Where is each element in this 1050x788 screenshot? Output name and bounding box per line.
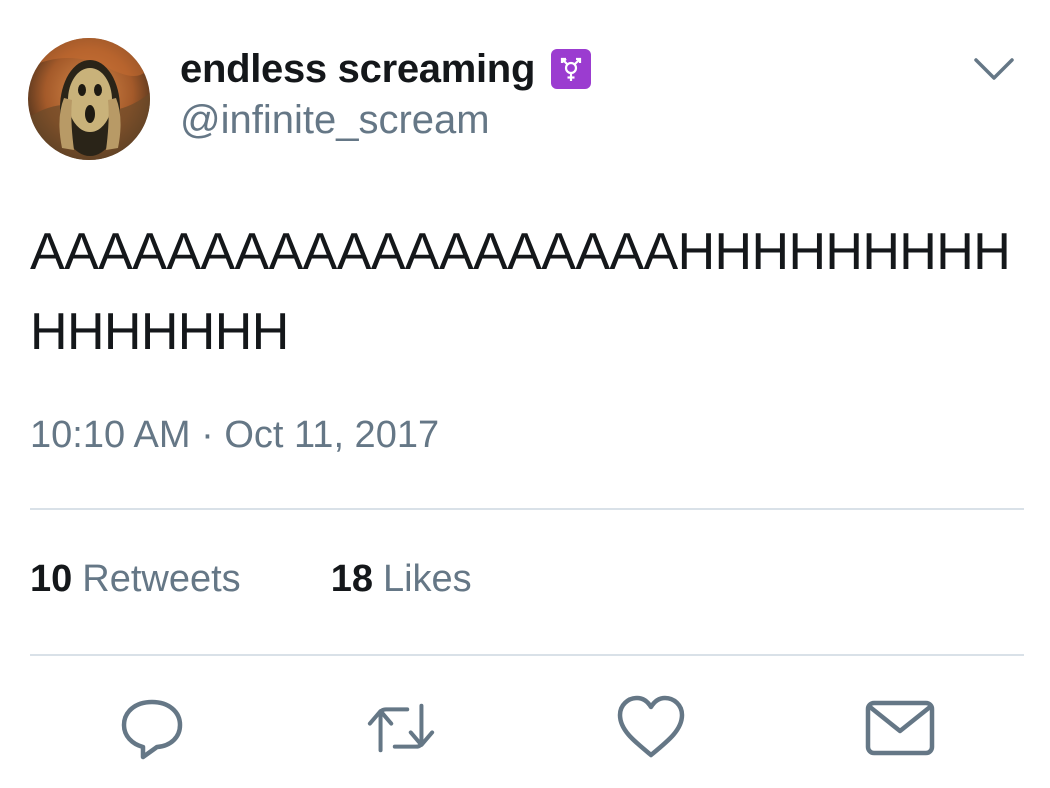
tweet-stats: 10 Retweets 18 Likes — [30, 558, 472, 601]
user-handle[interactable]: @infinite_scream — [180, 98, 591, 143]
tweet-actions — [0, 688, 1050, 768]
transgender-symbol-icon — [551, 49, 592, 89]
display-name[interactable]: endless screaming — [180, 47, 535, 92]
user-names: endless screaming @infinite_scream — [180, 44, 592, 143]
envelope-icon — [865, 700, 935, 756]
tweet-card: endless screaming @infinite_scream AAAAA… — [0, 0, 1050, 788]
likes-label: Likes — [382, 558, 472, 600]
direct-message-button[interactable] — [860, 688, 940, 768]
chevron-down-icon[interactable] — [972, 52, 1016, 84]
tweet-header: endless screaming @infinite_scream — [28, 38, 1022, 160]
divider — [30, 508, 1024, 510]
like-button[interactable] — [611, 688, 691, 768]
retweets-stat[interactable]: 10 Retweets — [30, 558, 241, 601]
reply-icon — [121, 699, 183, 760]
avatar-image — [28, 38, 150, 160]
likes-stat[interactable]: 18 Likes — [331, 558, 472, 601]
heart-icon — [617, 695, 685, 758]
display-name-row: endless screaming — [180, 44, 592, 94]
reply-button[interactable] — [112, 688, 192, 768]
retweet-button[interactable] — [361, 688, 441, 768]
retweet-icon — [367, 703, 435, 753]
likes-count: 18 — [330, 558, 373, 600]
tweet-timestamp[interactable]: 10:10 AM · Oct 11, 2017 — [30, 414, 439, 457]
tweet-text: AAAAAAAAAAAAAAAAAAAHHHHHHHHHHHHHHHH — [30, 223, 1011, 361]
divider — [30, 654, 1024, 656]
avatar[interactable] — [28, 38, 150, 160]
retweets-count: 10 — [30, 558, 73, 600]
retweets-label: Retweets — [82, 558, 241, 600]
